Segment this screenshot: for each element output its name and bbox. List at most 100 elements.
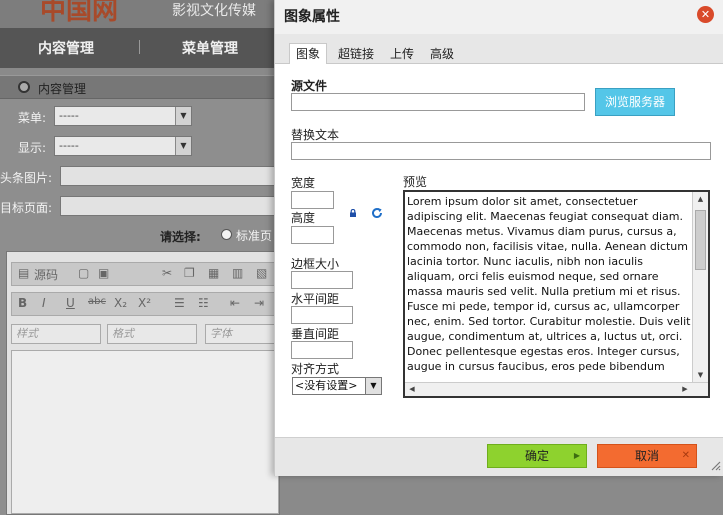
display-select-value: ----- bbox=[59, 139, 79, 152]
gear-icon bbox=[18, 81, 30, 93]
target-page-label: 目标页面: bbox=[0, 201, 53, 215]
cut-icon[interactable]: ✂ bbox=[162, 266, 172, 280]
nav-content-management[interactable]: 内容管理 bbox=[38, 38, 94, 58]
tab-image[interactable]: 图象 bbox=[289, 43, 328, 65]
preview-label: 预览 bbox=[403, 175, 428, 189]
dialog-title: 图象属性 bbox=[284, 9, 340, 25]
dialog-footer: 确定 ▶ 取消 ✕ bbox=[275, 437, 723, 476]
close-icon: ✕ bbox=[700, 8, 711, 21]
editor-content-area[interactable] bbox=[11, 350, 279, 514]
source-file-input[interactable] bbox=[291, 93, 585, 111]
menu-select-value: ----- bbox=[59, 109, 79, 122]
scroll-up-icon[interactable]: ▲ bbox=[693, 192, 708, 206]
strike-button[interactable]: abc bbox=[88, 296, 106, 307]
border-input[interactable] bbox=[291, 271, 353, 289]
lock-icon[interactable] bbox=[349, 209, 357, 217]
chevron-down-icon: ▼ bbox=[175, 137, 191, 155]
scroll-down-icon[interactable]: ▼ bbox=[693, 368, 708, 382]
chevron-down-icon: ▼ bbox=[175, 107, 191, 125]
paste-text-icon[interactable]: ▥ bbox=[232, 266, 243, 280]
height-label: 高度 bbox=[291, 211, 316, 225]
display-select[interactable]: ----- ▼ bbox=[54, 136, 192, 156]
scroll-right-icon[interactable]: ▶ bbox=[678, 383, 692, 396]
close-button[interactable]: ✕ bbox=[697, 6, 714, 23]
style-combo[interactable]: 样式 bbox=[11, 324, 101, 344]
format-combo[interactable]: 格式 bbox=[107, 324, 197, 344]
vspace-input[interactable] bbox=[291, 341, 353, 359]
style-combo-label: 样式 bbox=[16, 327, 38, 340]
brand-header: 中国网 影视文化传媒 bbox=[0, 0, 280, 28]
tab-upload[interactable]: 上传 bbox=[383, 43, 421, 64]
new-page-icon[interactable]: ▢ bbox=[78, 266, 89, 280]
menu-select[interactable]: ----- ▼ bbox=[54, 106, 192, 126]
display-label: 显示: bbox=[18, 141, 47, 155]
hspace-label: 水平间距 bbox=[291, 292, 340, 306]
alt-text-input[interactable] bbox=[291, 142, 711, 160]
headline-image-input[interactable] bbox=[60, 166, 280, 186]
width-input[interactable] bbox=[291, 191, 334, 209]
image-properties-dialog: 图象属性 ✕ 图象 超链接 上传 高级 源文件 浏览服务器 替换文本 宽度 高度… bbox=[274, 0, 723, 476]
height-input[interactable] bbox=[291, 226, 334, 244]
tab-link[interactable]: 超链接 bbox=[331, 43, 381, 64]
chevron-down-icon: ▼ bbox=[365, 378, 381, 394]
unordered-list-icon[interactable]: ☷ bbox=[198, 296, 209, 310]
close-icon: ✕ bbox=[681, 450, 690, 461]
menu-label: 菜单: bbox=[18, 111, 47, 125]
italic-button[interactable]: I bbox=[42, 296, 46, 310]
scroll-thumb[interactable] bbox=[695, 210, 706, 270]
choose-label: 请选择: bbox=[160, 230, 201, 244]
preview-horizontal-scrollbar[interactable]: ◀ ▶ bbox=[405, 382, 708, 396]
resize-grip-icon[interactable] bbox=[709, 459, 721, 471]
format-combo-label: 格式 bbox=[112, 327, 134, 340]
radio-standard-page[interactable] bbox=[221, 229, 232, 240]
nav-menu-management[interactable]: 菜单管理 bbox=[182, 38, 238, 58]
preview-icon[interactable]: ▣ bbox=[98, 266, 109, 280]
font-combo-label: 字体 bbox=[210, 327, 232, 340]
paste-icon[interactable]: ▦ bbox=[208, 266, 219, 280]
nav-separator bbox=[139, 40, 140, 54]
arrow-right-icon: ▶ bbox=[573, 451, 580, 460]
editor-toolbar-2: B I U abc X₂ X² ☰ ☷ ⇤ ⇥ bbox=[11, 292, 279, 316]
ok-button[interactable]: 确定 ▶ bbox=[487, 444, 587, 468]
preview-vertical-scrollbar[interactable]: ▲ ▼ bbox=[692, 192, 708, 382]
source-button[interactable]: 源码 bbox=[34, 266, 58, 283]
copy-icon[interactable]: ❐ bbox=[184, 266, 195, 280]
source-icon: ▤ bbox=[18, 266, 30, 280]
align-select[interactable]: <没有设置> ▼ bbox=[292, 377, 382, 395]
cancel-button[interactable]: 取消 ✕ bbox=[597, 444, 697, 468]
panel-title: 内容管理 bbox=[38, 82, 87, 96]
paste-word-icon[interactable]: ▧ bbox=[256, 266, 267, 280]
preview-text: Lorem ipsum dolor sit amet, consectetuer… bbox=[407, 195, 691, 373]
rich-text-editor: ▤ 源码 ▢ ▣ ✂ ❐ ▦ ▥ ▧ B I U abc X₂ X² ☰ ☷ ⇤… bbox=[6, 251, 280, 515]
cancel-button-label: 取消 bbox=[634, 449, 659, 463]
align-label: 对齐方式 bbox=[291, 362, 340, 376]
headline-image-label: 头条图片: bbox=[0, 171, 53, 185]
brand-slogan: 影视文化传媒 bbox=[172, 3, 256, 19]
reset-size-icon[interactable] bbox=[371, 207, 383, 219]
align-select-value: <没有设置> bbox=[295, 379, 358, 392]
ordered-list-icon[interactable]: ☰ bbox=[174, 296, 185, 310]
font-combo[interactable]: 字体 bbox=[205, 324, 279, 344]
editor-toolbar-1: ▤ 源码 ▢ ▣ ✂ ❐ ▦ ▥ ▧ bbox=[11, 262, 279, 286]
underline-button[interactable]: U bbox=[66, 296, 75, 310]
scroll-left-icon[interactable]: ◀ bbox=[405, 383, 419, 396]
superscript-button[interactable]: X² bbox=[138, 296, 151, 310]
preview-box: Lorem ipsum dolor sit amet, consectetuer… bbox=[403, 190, 710, 398]
dialog-tabs: 图象 超链接 上传 高级 bbox=[275, 34, 723, 65]
radio-standard-label: 标准页 bbox=[236, 229, 273, 243]
brand-logo: 中国网 bbox=[40, 0, 119, 26]
vspace-label: 垂直间距 bbox=[291, 327, 340, 341]
width-label: 宽度 bbox=[291, 176, 316, 190]
target-page-input[interactable] bbox=[60, 196, 280, 216]
subscript-button[interactable]: X₂ bbox=[114, 296, 127, 310]
source-file-label: 源文件 bbox=[291, 79, 328, 93]
tab-advanced[interactable]: 高级 bbox=[423, 43, 461, 64]
bold-button[interactable]: B bbox=[18, 296, 27, 310]
browse-server-button[interactable]: 浏览服务器 bbox=[595, 88, 675, 116]
indent-icon[interactable]: ⇥ bbox=[254, 296, 264, 310]
dialog-content: 源文件 浏览服务器 替换文本 宽度 高度 边框大小 水平间距 垂直间距 对齐方式… bbox=[275, 64, 723, 437]
outdent-icon[interactable]: ⇤ bbox=[230, 296, 240, 310]
ok-button-label: 确定 bbox=[524, 449, 549, 463]
border-label: 边框大小 bbox=[291, 257, 340, 271]
hspace-input[interactable] bbox=[291, 306, 353, 324]
